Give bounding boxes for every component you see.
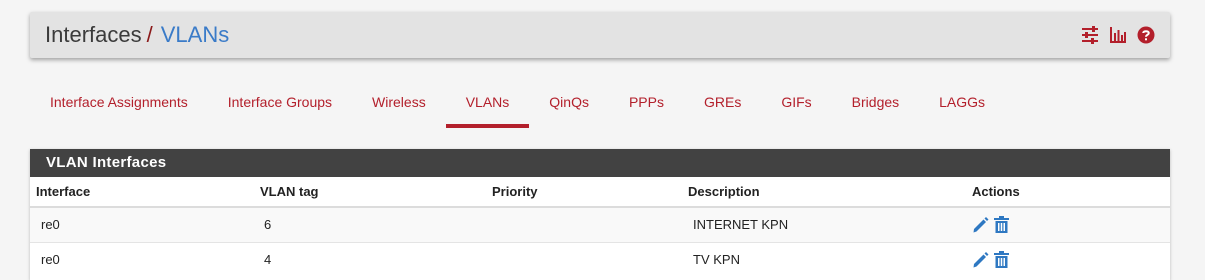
column-header-actions: Actions: [966, 177, 1170, 208]
page: Interfaces / VLANs Interface Assignments…: [0, 0, 1205, 280]
bar-chart-icon[interactable]: [1109, 26, 1127, 44]
tab-interface-assignments[interactable]: Interface Assignments: [30, 84, 208, 128]
column-header-vlan-tag: VLAN tag: [254, 177, 486, 208]
tab-laggs[interactable]: LAGGs: [919, 84, 1005, 128]
table-header-row: Interface VLAN tag Priority Description …: [30, 177, 1170, 208]
breadcrumb-current[interactable]: VLANs: [161, 22, 229, 47]
tab-vlans[interactable]: VLANs: [445, 84, 530, 128]
cell-vlan-tag: 4: [254, 241, 486, 277]
edit-pencil-icon[interactable]: [972, 251, 989, 269]
tab-qinqs[interactable]: QinQs: [529, 84, 609, 128]
tab-wireless[interactable]: Wireless: [352, 84, 446, 128]
help-icon[interactable]: [1137, 26, 1155, 44]
cell-priority: [486, 241, 682, 277]
cell-actions: [966, 241, 1170, 277]
edit-pencil-icon[interactable]: [972, 216, 989, 234]
breadcrumb: Interfaces / VLANs: [45, 22, 229, 48]
column-header-description: Description: [682, 177, 966, 208]
tab-gres[interactable]: GREs: [684, 84, 761, 128]
tab-gifs[interactable]: GIFs: [761, 84, 831, 128]
panel-title: VLAN Interfaces: [30, 149, 1170, 177]
settings-sliders-icon[interactable]: [1081, 26, 1099, 44]
vlan-table: Interface VLAN tag Priority Description …: [30, 177, 1170, 277]
cell-vlan-tag: 6: [254, 206, 486, 242]
column-header-priority: Priority: [486, 177, 682, 208]
page-header: Interfaces / VLANs: [30, 12, 1170, 58]
tab-interface-groups[interactable]: Interface Groups: [208, 84, 352, 128]
breadcrumb-interfaces[interactable]: Interfaces: [45, 22, 142, 47]
tab-bridges[interactable]: Bridges: [832, 84, 919, 128]
table-row: re0 4 TV KPN: [30, 241, 1170, 277]
vlan-interfaces-panel: VLAN Interfaces Interface VLAN tag Prior…: [30, 149, 1170, 280]
delete-trash-icon[interactable]: [993, 215, 1010, 234]
breadcrumb-separator: /: [146, 22, 153, 47]
header-actions: [1081, 26, 1155, 44]
cell-interface: re0: [30, 241, 254, 277]
cell-description: TV KPN: [682, 241, 966, 277]
cell-description: INTERNET KPN: [682, 206, 966, 242]
cell-priority: [486, 206, 682, 242]
table-row: re0 6 INTERNET KPN: [30, 206, 1170, 242]
tab-ppps[interactable]: PPPs: [609, 84, 684, 128]
column-header-interface: Interface: [30, 177, 254, 208]
tab-bar: Interface Assignments Interface Groups W…: [30, 84, 1005, 128]
cell-interface: re0: [30, 206, 254, 242]
cell-actions: [966, 206, 1170, 242]
delete-trash-icon[interactable]: [993, 250, 1010, 269]
